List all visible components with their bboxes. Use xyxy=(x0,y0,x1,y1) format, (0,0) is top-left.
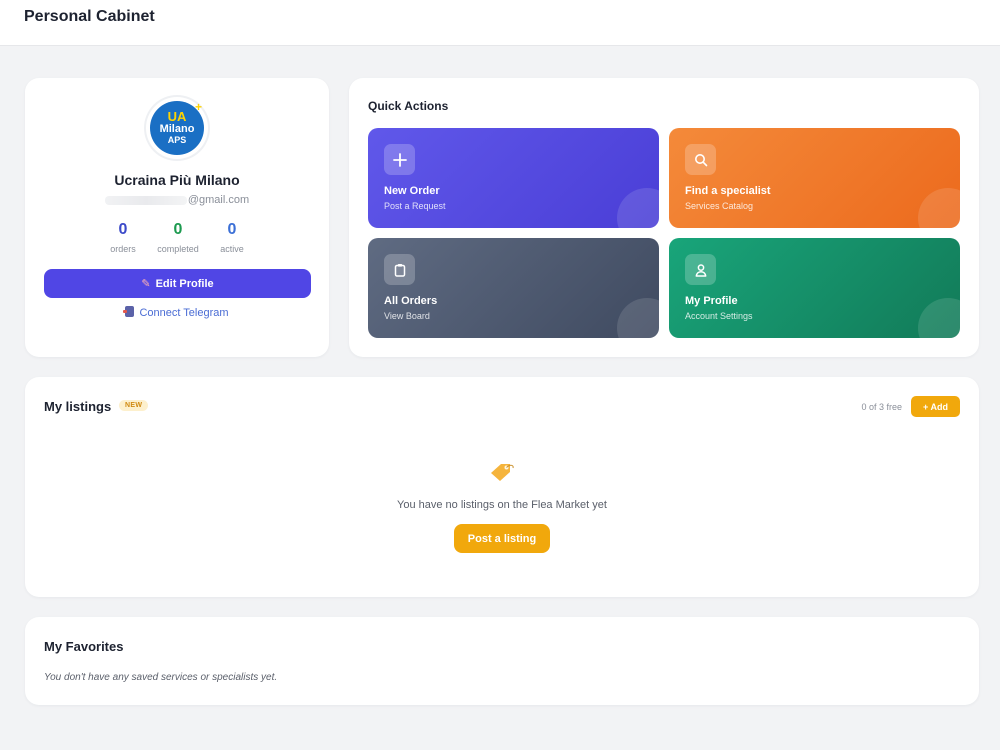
plus-icon xyxy=(384,144,415,175)
notebook-icon xyxy=(123,306,135,317)
tile-subtitle: Post a Request xyxy=(384,201,446,211)
tile-find-specialist[interactable]: Find a specialist Services Catalog xyxy=(669,128,960,228)
listings-title: My listings xyxy=(44,399,112,414)
tile-title: Find a specialist xyxy=(685,185,771,197)
tile-my-profile[interactable]: My Profile Account Settings xyxy=(669,238,960,338)
tile-subtitle: View Board xyxy=(384,311,430,321)
tile-new-order[interactable]: New Order Post a Request xyxy=(368,128,659,228)
connect-telegram-link[interactable]: Connect Telegram xyxy=(25,306,329,319)
tile-title: My Profile xyxy=(685,295,738,307)
favorites-title: My Favorites xyxy=(44,639,124,654)
tile-title: New Order xyxy=(384,185,440,197)
add-listing-button[interactable]: + Add xyxy=(911,396,960,417)
search-icon xyxy=(685,144,716,175)
edit-profile-button[interactable]: ✎ Edit Profile xyxy=(44,269,311,298)
favorites-empty-text: You don't have any saved services or spe… xyxy=(44,672,278,683)
decorative-circle xyxy=(918,188,960,228)
quick-actions-card: Quick Actions New Order Post a Request F… xyxy=(349,78,979,357)
new-badge: NEW xyxy=(119,400,149,411)
decorative-circle xyxy=(918,298,960,338)
profile-email: @gmail.com xyxy=(25,194,329,206)
stat-active: 0 active xyxy=(197,220,267,254)
page-title: Personal Cabinet xyxy=(24,8,155,25)
my-listings-card: My listings NEW 0 of 3 free + Add You ha… xyxy=(25,377,979,597)
decorative-circle xyxy=(617,298,659,338)
clipboard-icon xyxy=(384,254,415,285)
organization-logo: + UA Milano APS xyxy=(150,101,204,155)
top-bar: Personal Cabinet xyxy=(0,0,1000,46)
user-icon xyxy=(685,254,716,285)
stat-value: 0 xyxy=(227,221,237,238)
tile-title: All Orders xyxy=(384,295,438,307)
pencil-icon: ✎ xyxy=(141,278,151,290)
stat-label: active xyxy=(220,244,244,254)
listings-empty-text: You have no listings on the Flea Market … xyxy=(397,499,607,511)
email-redaction xyxy=(104,195,187,205)
avatar: + UA Milano APS xyxy=(146,97,208,159)
post-listing-button[interactable]: Post a listing xyxy=(454,524,550,553)
profile-name: Ucraina Più Milano xyxy=(114,172,240,188)
free-listings-count: 0 of 3 free xyxy=(861,402,902,412)
tile-subtitle: Account Settings xyxy=(685,311,753,321)
price-tag-icon xyxy=(488,461,516,483)
tile-all-orders[interactable]: All Orders View Board xyxy=(368,238,659,338)
tile-subtitle: Services Catalog xyxy=(685,201,754,211)
decorative-circle xyxy=(617,188,659,228)
my-favorites-card: My Favorites You don't have any saved se… xyxy=(25,617,979,705)
profile-card: + UA Milano APS Ucraina Più Milano @gmai… xyxy=(25,78,329,357)
quick-actions-title: Quick Actions xyxy=(368,99,449,113)
